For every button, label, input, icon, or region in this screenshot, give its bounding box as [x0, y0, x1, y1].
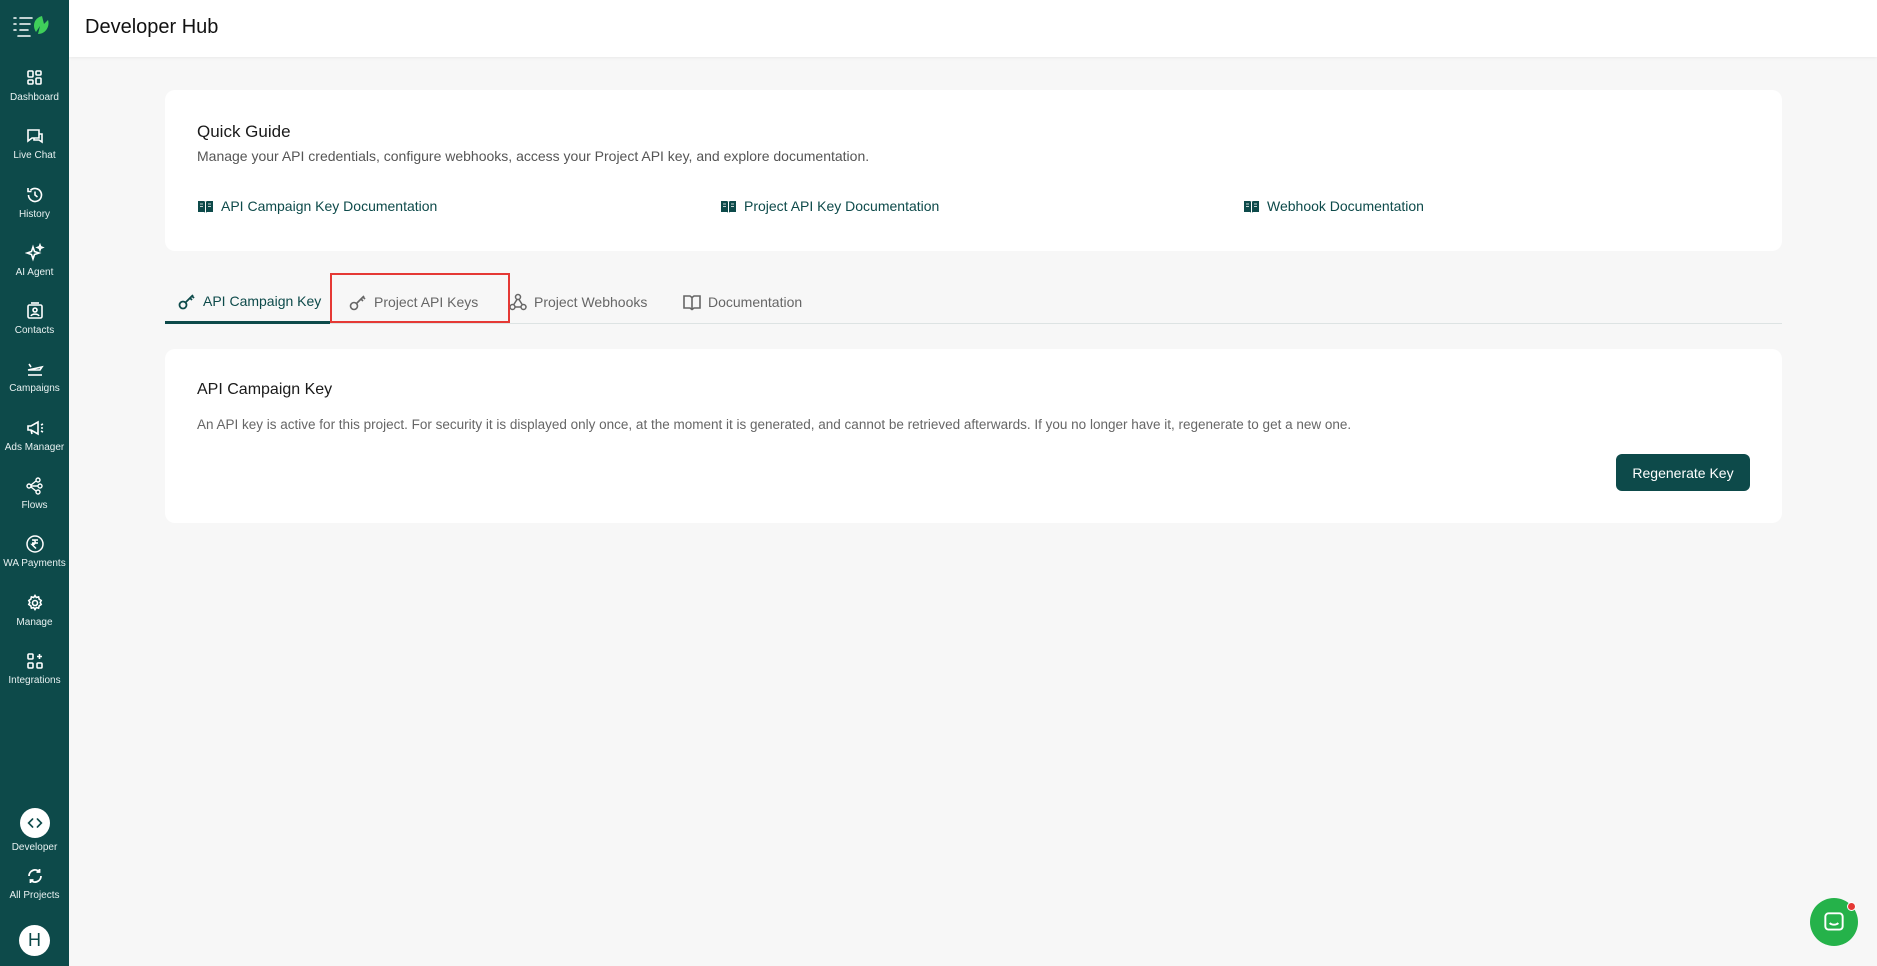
tab-project-webhooks[interactable]: Project Webhooks [508, 280, 647, 324]
tab-label: Project Webhooks [534, 294, 648, 310]
webhook-icon [509, 293, 527, 311]
sidebar: Dashboard Live Chat History AI Agent Con… [0, 0, 69, 966]
rupee-icon [25, 535, 44, 553]
sidebar-item-flows[interactable]: Flows [0, 470, 69, 520]
book-open-icon [1244, 200, 1259, 213]
chat-bubble-icon [1824, 912, 1844, 931]
sidebar-item-label: Contacts [14, 325, 55, 336]
sidebar-item-label: Manage [16, 617, 53, 628]
gear-icon [27, 594, 42, 611]
page-title: Developer Hub [85, 16, 219, 38]
sidebar-item-label: Integrations [8, 675, 61, 686]
sidebar-item-contacts[interactable]: Contacts [0, 295, 69, 345]
megaphone-icon [26, 420, 43, 436]
tab-label: Documentation [708, 294, 803, 310]
sidebar-item-dashboard[interactable]: Dashboard [0, 62, 69, 112]
developer-circle [19, 808, 50, 838]
tab-label: Project API Keys [374, 294, 479, 310]
webhook-doc-link[interactable]: Webhook Documentation [1243, 198, 1424, 214]
quick-guide-title: Quick Guide [197, 122, 291, 141]
sidebar-item-label: All Projects [9, 890, 60, 901]
link-label: API Campaign Key Documentation [221, 198, 438, 214]
sidebar-item-integrations[interactable]: Integrations [0, 645, 69, 695]
book-open-icon [198, 200, 213, 213]
quick-guide-subtitle: Manage your API credentials, configure w… [197, 148, 870, 164]
sidebar-item-label: History [18, 209, 51, 220]
sidebar-item-ai-agent[interactable]: AI Agent [0, 237, 69, 287]
tab-api-campaign-key[interactable]: API Campaign Key [165, 280, 330, 324]
link-label: Project API Key Documentation [744, 198, 940, 214]
refresh-circle-icon [27, 869, 42, 883]
key-icon [349, 295, 366, 311]
support-chat-button[interactable] [1810, 898, 1858, 946]
quick-guide-card: Quick Guide Manage your API credentials,… [165, 90, 1782, 251]
flows-icon [25, 477, 43, 495]
book-open-icon [721, 200, 736, 213]
api-campaign-key-doc-link[interactable]: API Campaign Key Documentation [197, 198, 437, 214]
code-icon [26, 818, 43, 828]
api-campaign-key-card: API Campaign Key An API key is active fo… [165, 349, 1782, 523]
sidebar-item-all-projects[interactable]: All Projects [0, 864, 69, 910]
history-icon [26, 187, 42, 203]
sidebar-item-label: Ads Manager [4, 442, 65, 453]
sidebar-item-label: Campaigns [9, 383, 60, 394]
avatar[interactable]: H [19, 925, 50, 956]
sidebar-item-label: AI Agent [15, 267, 54, 278]
sidebar-item-label: WA Payments [3, 558, 66, 569]
key-icon [178, 293, 195, 309]
sidebar-item-label: Flows [21, 500, 48, 511]
sidebar-item-wa-payments[interactable]: WA Payments [0, 528, 69, 578]
key-card-title: API Campaign Key [197, 381, 333, 398]
sidebar-item-label: Live Chat [13, 150, 56, 161]
contacts-icon [26, 302, 43, 319]
key-card-description: An API key is active for this project. F… [197, 417, 1352, 432]
sidebar-item-campaigns[interactable]: Campaigns [0, 353, 69, 403]
sidebar-item-developer[interactable]: Developer [0, 808, 69, 856]
sidebar-item-ads-manager[interactable]: Ads Manager [0, 412, 69, 462]
developer-tabs: API Campaign Key Project API Keys Projec… [165, 280, 1782, 324]
sidebar-item-manage[interactable]: Manage [0, 587, 69, 637]
tab-project-api-keys[interactable]: Project API Keys [348, 280, 478, 324]
notification-dot [1847, 902, 1856, 911]
dashboard-icon [26, 70, 42, 85]
sparkle-icon [24, 243, 45, 262]
sidebar-item-live-chat[interactable]: Live Chat [0, 120, 69, 170]
book-icon [683, 295, 701, 311]
link-label: Webhook Documentation [1267, 198, 1424, 214]
integrations-icon [26, 653, 43, 669]
regenerate-key-button[interactable]: Regenerate Key [1616, 454, 1750, 491]
top-header: Developer Hub [69, 0, 1877, 57]
sidebar-item-history[interactable]: History [0, 179, 69, 229]
tab-documentation[interactable]: Documentation [682, 280, 802, 324]
tab-label: API Campaign Key [203, 292, 322, 309]
sidebar-item-label: Developer [11, 842, 58, 853]
project-api-key-doc-link[interactable]: Project API Key Documentation [720, 198, 939, 214]
logo-icon[interactable] [12, 12, 56, 40]
chat-icon [26, 129, 43, 144]
plane-icon [27, 363, 44, 376]
sidebar-item-label: Dashboard [10, 92, 59, 103]
